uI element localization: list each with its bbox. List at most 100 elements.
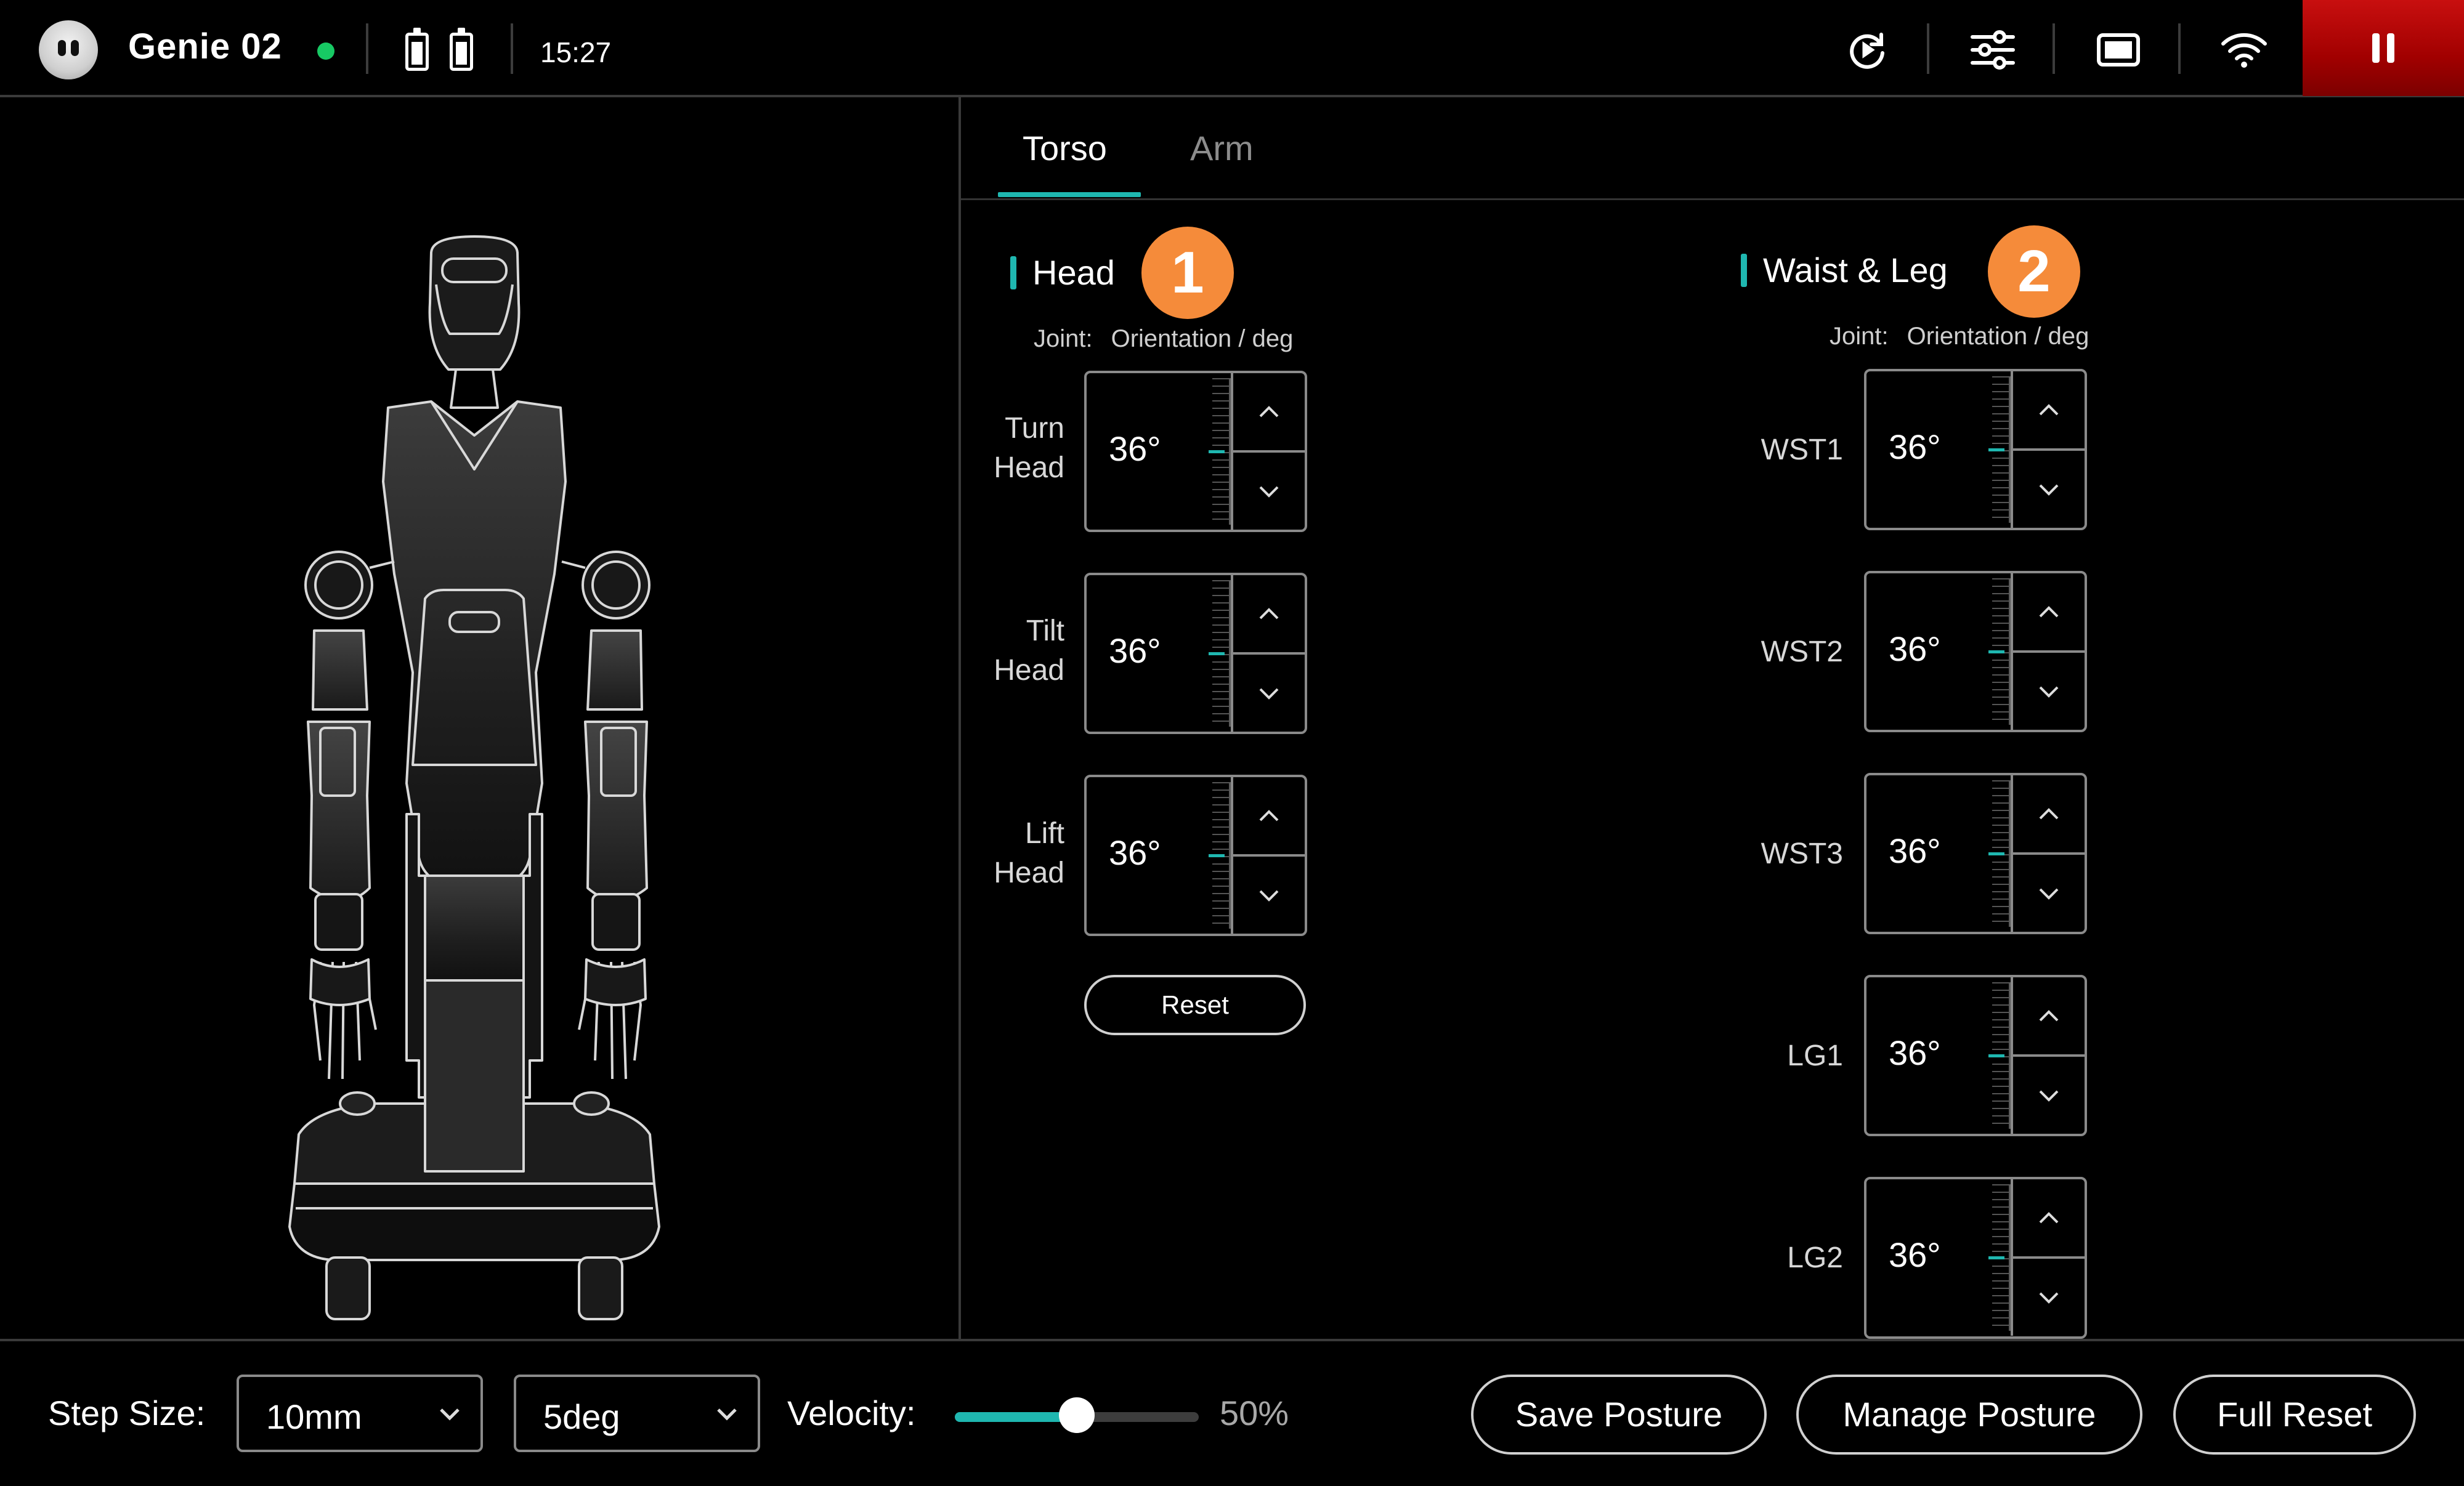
joint-label-wst2: WST2	[1761, 636, 1843, 668]
full-reset-button[interactable]: Full Reset	[2173, 1375, 2416, 1455]
stepper-wst2[interactable]: 36°	[1864, 571, 2087, 732]
robot-face-icon	[39, 20, 98, 79]
panel-divider	[958, 97, 961, 1341]
joint-column-label: Joint:	[1830, 323, 1889, 350]
stepper-wst3[interactable]: 36°	[1864, 773, 2087, 934]
chevron-down-icon	[1259, 688, 1279, 700]
head-section-title: Head	[1032, 253, 1115, 292]
manage-posture-button[interactable]: Manage Posture	[1796, 1375, 2142, 1455]
chevron-up-icon	[1259, 607, 1279, 619]
decrement-button[interactable]	[2013, 1259, 2085, 1336]
step-size-label: Step Size:	[48, 1394, 206, 1432]
decrement-button[interactable]	[2013, 451, 2085, 528]
joint-value: 36°	[1889, 1033, 1941, 1072]
decrement-button[interactable]	[1233, 655, 1305, 732]
chevron-up-icon	[2039, 1211, 2059, 1223]
joint-label-lift-head: Lift Head	[994, 817, 1064, 889]
tab-divider	[961, 198, 2464, 200]
save-posture-button[interactable]: Save Posture	[1471, 1375, 1767, 1455]
robot-preview	[0, 100, 958, 1339]
value-marker	[1209, 450, 1225, 453]
waist-column-header: Joint: Orientation / deg	[1830, 323, 2089, 350]
section-accent-bar	[1010, 256, 1016, 289]
head-reset-button[interactable]: Reset	[1084, 975, 1306, 1035]
joint-value: 36°	[1109, 833, 1161, 872]
joint-value: 36°	[1889, 1235, 1941, 1274]
divider	[366, 23, 368, 74]
chevron-down-icon	[2039, 1292, 2059, 1304]
joint-value: 36°	[1889, 629, 1941, 668]
chevron-down-icon	[2039, 686, 2059, 698]
velocity-label: Velocity:	[787, 1394, 916, 1432]
decrement-button[interactable]	[2013, 855, 2085, 932]
chevron-up-icon	[2039, 1009, 2059, 1021]
chevron-down-icon	[2039, 484, 2059, 496]
chevron-up-icon	[1259, 809, 1279, 821]
step-angular-select[interactable]: 5deg	[514, 1375, 760, 1452]
stepper-lg2[interactable]: 36°	[1864, 1177, 2087, 1339]
orientation-column-label: Orientation / deg	[1907, 323, 2089, 350]
step-linear-select[interactable]: 10mm	[237, 1375, 483, 1452]
increment-button[interactable]	[1233, 575, 1305, 652]
stepper-wst1[interactable]: 36°	[1864, 369, 2087, 530]
increment-button[interactable]	[2013, 775, 2085, 852]
stepper-lift-head[interactable]: 36°	[1084, 775, 1307, 936]
chevron-down-icon	[717, 1408, 737, 1421]
velocity-slider-handle[interactable]	[1059, 1397, 1095, 1433]
callout-badge-1: 1	[1141, 227, 1234, 319]
value-marker	[1988, 852, 2004, 855]
chevron-down-icon	[1259, 890, 1279, 902]
callout-badge-2: 2	[1988, 225, 2080, 318]
joint-label-lg1: LG1	[1787, 1040, 1843, 1072]
decrement-button[interactable]	[2013, 653, 2085, 730]
stepper-lg1[interactable]: 36°	[1864, 975, 2087, 1136]
chevron-up-icon	[1259, 405, 1279, 417]
robot-name: Genie 02	[128, 26, 282, 67]
stepper-turn-head[interactable]: 36°	[1084, 371, 1307, 532]
replay-icon[interactable]	[1841, 23, 1894, 76]
decrement-button[interactable]	[2013, 1057, 2085, 1134]
value-marker	[1209, 652, 1225, 655]
wifi-icon[interactable]	[2218, 23, 2271, 76]
active-tab-indicator	[998, 192, 1141, 197]
increment-button[interactable]	[2013, 1179, 2085, 1256]
value-marker	[1209, 854, 1225, 857]
screen-icon[interactable]	[2092, 23, 2145, 76]
joint-column-label: Joint:	[1034, 325, 1093, 352]
tab-torso[interactable]: Torso	[1023, 128, 1107, 168]
decrement-button[interactable]	[1233, 857, 1305, 934]
increment-button[interactable]	[1233, 777, 1305, 854]
value-marker	[1988, 1054, 2004, 1057]
bottom-toolbar: Step Size: 10mm 5deg Velocity: 50% Save …	[0, 1339, 2464, 1486]
top-bar: Genie 02 15:27	[0, 0, 2464, 97]
chevron-down-icon	[2039, 888, 2059, 900]
increment-button[interactable]	[2013, 573, 2085, 650]
sliders-icon[interactable]	[1966, 23, 2019, 76]
divider	[2178, 23, 2181, 74]
tab-arm[interactable]: Arm	[1190, 128, 1254, 168]
value-marker	[1988, 448, 2004, 451]
joint-label-turn-head: Turn Head	[994, 412, 1064, 484]
head-column-header: Joint: Orientation / deg	[1034, 325, 1293, 353]
clock: 15:27	[540, 36, 612, 68]
divider	[511, 23, 513, 74]
chevron-up-icon	[2039, 403, 2059, 415]
battery-icon	[450, 28, 473, 71]
stepper-tilt-head[interactable]: 36°	[1084, 573, 1307, 734]
value-marker	[1988, 650, 2004, 653]
joint-label-lg2: LG2	[1787, 1242, 1843, 1274]
joint-value: 36°	[1109, 429, 1161, 468]
step-angular-value: 5deg	[543, 1397, 620, 1436]
pause-icon	[2372, 33, 2394, 63]
increment-button[interactable]	[2013, 371, 2085, 448]
increment-button[interactable]	[1233, 373, 1305, 450]
joint-label-tilt-head: Tilt Head	[994, 615, 1064, 687]
chevron-down-icon	[1259, 486, 1279, 498]
decrement-button[interactable]	[1233, 453, 1305, 530]
velocity-value: 50%	[1220, 1394, 1289, 1432]
section-accent-bar	[1741, 254, 1747, 287]
chevron-down-icon	[440, 1408, 460, 1421]
pause-button[interactable]	[2303, 0, 2464, 96]
increment-button[interactable]	[2013, 977, 2085, 1054]
joint-label-wst3: WST3	[1761, 838, 1843, 870]
